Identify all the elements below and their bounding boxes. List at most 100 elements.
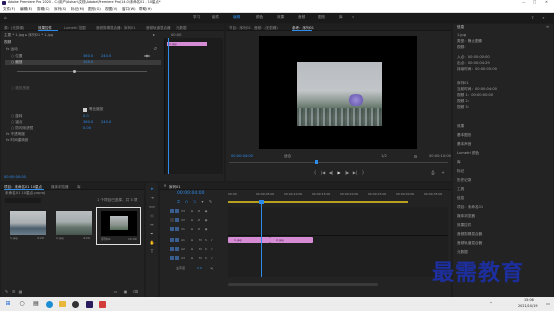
minimize-button[interactable]: — xyxy=(522,0,526,5)
lock-icon[interactable]: ⊡ xyxy=(190,218,194,222)
track-target[interactable] xyxy=(175,256,179,260)
menu-window[interactable]: 窗口(W) xyxy=(122,7,136,12)
timeline-scrollbar[interactable] xyxy=(228,283,378,286)
sync-icon[interactable]: ⇄ xyxy=(197,209,201,213)
uniform-scale-checkbox[interactable] xyxy=(83,108,87,112)
tab-audio-clip-mixer[interactable]: 音频剪辑混合器：序列01 xyxy=(96,26,135,31)
lock-icon[interactable]: ⊡ xyxy=(190,238,194,242)
mark-out-icon[interactable]: } xyxy=(360,170,366,176)
menu-view[interactable]: 视图(V) xyxy=(105,7,117,12)
mark-in-icon[interactable]: { xyxy=(312,170,318,176)
menu-sequence[interactable]: 序列(S) xyxy=(54,7,66,12)
workspace-more[interactable]: » xyxy=(352,15,354,20)
scale-value[interactable]: 105.0 xyxy=(83,60,93,65)
panel-link-audio-track-mixer[interactable]: 音频轨道混合器 xyxy=(457,241,482,246)
lock-icon[interactable]: ⊡ xyxy=(190,247,194,251)
play-icon[interactable]: ▶ xyxy=(336,170,342,176)
mute-button[interactable]: M xyxy=(199,248,202,251)
lock-icon[interactable]: ⊡ xyxy=(190,227,194,231)
workspace-audio[interactable]: 音频 xyxy=(298,15,305,20)
source-patch[interactable] xyxy=(170,238,174,242)
nest-icon[interactable]: ⌗ xyxy=(176,199,181,204)
position-y[interactable]: 240.0 xyxy=(101,54,111,59)
selection-tool-icon[interactable]: ➤ xyxy=(149,186,155,192)
scale-slider-thumb[interactable] xyxy=(73,69,76,73)
panel-link-metadata[interactable]: 元数据 xyxy=(457,250,468,255)
timeline-clip[interactable]: 2.jpg xyxy=(270,237,313,243)
workspace-editing[interactable]: 编辑 xyxy=(233,15,240,20)
panel-link-essential-graphics[interactable]: 基本图形 xyxy=(457,133,471,138)
opacity-label[interactable]: fx 不透明度 xyxy=(6,132,25,137)
reset-icon[interactable]: ↺ xyxy=(153,47,157,51)
menu-graphics[interactable]: 图形(G) xyxy=(88,7,101,12)
maximize-button[interactable]: □ xyxy=(533,0,536,5)
menu-help[interactable]: 帮助(H) xyxy=(139,7,152,12)
task-view-icon[interactable]: ▤ xyxy=(32,300,40,308)
workspace-effects[interactable]: 效果 xyxy=(277,15,284,20)
icon-view-icon[interactable]: ▦ xyxy=(18,289,23,294)
panel-link-essential-sound[interactable]: 基本声音 xyxy=(457,142,471,147)
pencil-icon[interactable]: ✎ xyxy=(4,289,9,294)
edge-icon[interactable] xyxy=(46,301,53,308)
panel-link-project[interactable]: 项目：未命名01 xyxy=(457,205,483,210)
quality-dropdown[interactable]: 1/2 xyxy=(381,154,387,159)
master-volume[interactable]: 0.0 xyxy=(197,267,202,270)
premiere-taskbar-icon[interactable] xyxy=(86,301,93,308)
sync-icon[interactable]: ⇄ xyxy=(197,227,201,231)
scale-slider-track[interactable] xyxy=(17,71,147,72)
mic-icon[interactable]: ♪ xyxy=(210,256,214,260)
type-tool-icon[interactable]: T xyxy=(149,249,155,255)
mute-button[interactable]: M xyxy=(199,257,202,260)
panel-link-libraries[interactable]: 库 xyxy=(457,160,461,165)
workspace-learn[interactable]: 学习 xyxy=(193,15,200,20)
snap-icon[interactable]: ∩ xyxy=(184,199,189,204)
tab-metadata[interactable]: 元数据 xyxy=(176,26,187,31)
panel-link-history[interactable]: 历史记录 xyxy=(457,178,471,183)
tab-audio-track-mixer[interactable]: 音频轨道混合器 xyxy=(146,26,171,31)
notification-icon[interactable]: ▭ xyxy=(545,301,551,307)
solo-button[interactable]: S xyxy=(205,239,207,242)
project-item[interactable]: 1.jpg 4:29 xyxy=(10,211,46,241)
panel-link-audio-clip-mixer[interactable]: 音频剪辑混合器 xyxy=(457,232,482,237)
ec-timecode[interactable]: 00:00:00:00 xyxy=(4,175,26,180)
play-only-icon[interactable]: ▸ xyxy=(152,33,156,37)
delete-icon[interactable]: ⌫ xyxy=(133,289,139,294)
clock-date[interactable]: 2021/10/19 xyxy=(518,304,538,308)
add-button-icon[interactable]: + xyxy=(440,170,446,176)
panel-link-effect-controls[interactable]: 效果控件 xyxy=(457,223,471,228)
solo-button[interactable]: S xyxy=(205,248,207,251)
hand-tool-icon[interactable]: ✋ xyxy=(149,240,155,246)
tab-media-browser[interactable]: 媒体浏览器 xyxy=(51,185,69,190)
razor-tool-icon[interactable]: ◇ xyxy=(149,213,155,219)
panel-link-media-browser[interactable]: 媒体浏览器 xyxy=(457,214,475,219)
track-select-tool-icon[interactable]: ⇥ xyxy=(149,195,155,201)
menu-edit[interactable]: 编辑(E) xyxy=(20,7,32,12)
search-icon[interactable]: ⌕ xyxy=(541,16,546,20)
panel-link-lumetri-color[interactable]: Lumetri 颜色 xyxy=(457,151,479,156)
home-icon[interactable]: ⌂ xyxy=(3,16,8,20)
list-view-icon[interactable]: ☰ xyxy=(11,289,16,294)
folder-icon[interactable] xyxy=(59,301,66,307)
program-scrub-bar[interactable] xyxy=(229,162,448,163)
workspace-assembly[interactable]: 组件 xyxy=(212,15,219,20)
panel-link-info[interactable]: 信息 xyxy=(457,196,464,201)
close-icon[interactable]: ✕ xyxy=(163,184,167,188)
eye-icon[interactable]: ◉ xyxy=(204,227,208,231)
panel-link-markers[interactable]: 标记 xyxy=(457,169,464,174)
position-x[interactable]: 360.0 xyxy=(83,54,93,59)
menu-marker[interactable]: 标记(M) xyxy=(71,7,84,12)
lock-icon[interactable]: ⊡ xyxy=(190,209,194,213)
slip-tool-icon[interactable]: ↔ xyxy=(149,222,155,228)
windows-start-icon[interactable]: ⊞ xyxy=(4,300,12,308)
step-forward-icon[interactable]: |▶ xyxy=(344,170,350,176)
tab-source[interactable]: 源：(无剪辑) xyxy=(4,26,24,31)
source-patch[interactable] xyxy=(170,209,174,213)
mute-button[interactable]: M xyxy=(199,239,202,242)
ripple-edit-tool-icon[interactable]: ⟺ xyxy=(149,204,155,210)
motion-label[interactable]: fx 运动 xyxy=(6,47,18,52)
timeline-playhead-head[interactable] xyxy=(259,200,264,204)
menu-clip[interactable]: 剪辑(C) xyxy=(37,7,50,12)
timeline-clip[interactable]: 1.jpg xyxy=(228,237,270,243)
go-to-end-icon[interactable]: ▸| xyxy=(210,266,214,270)
panel-link-tools[interactable]: 工具 xyxy=(457,187,464,192)
